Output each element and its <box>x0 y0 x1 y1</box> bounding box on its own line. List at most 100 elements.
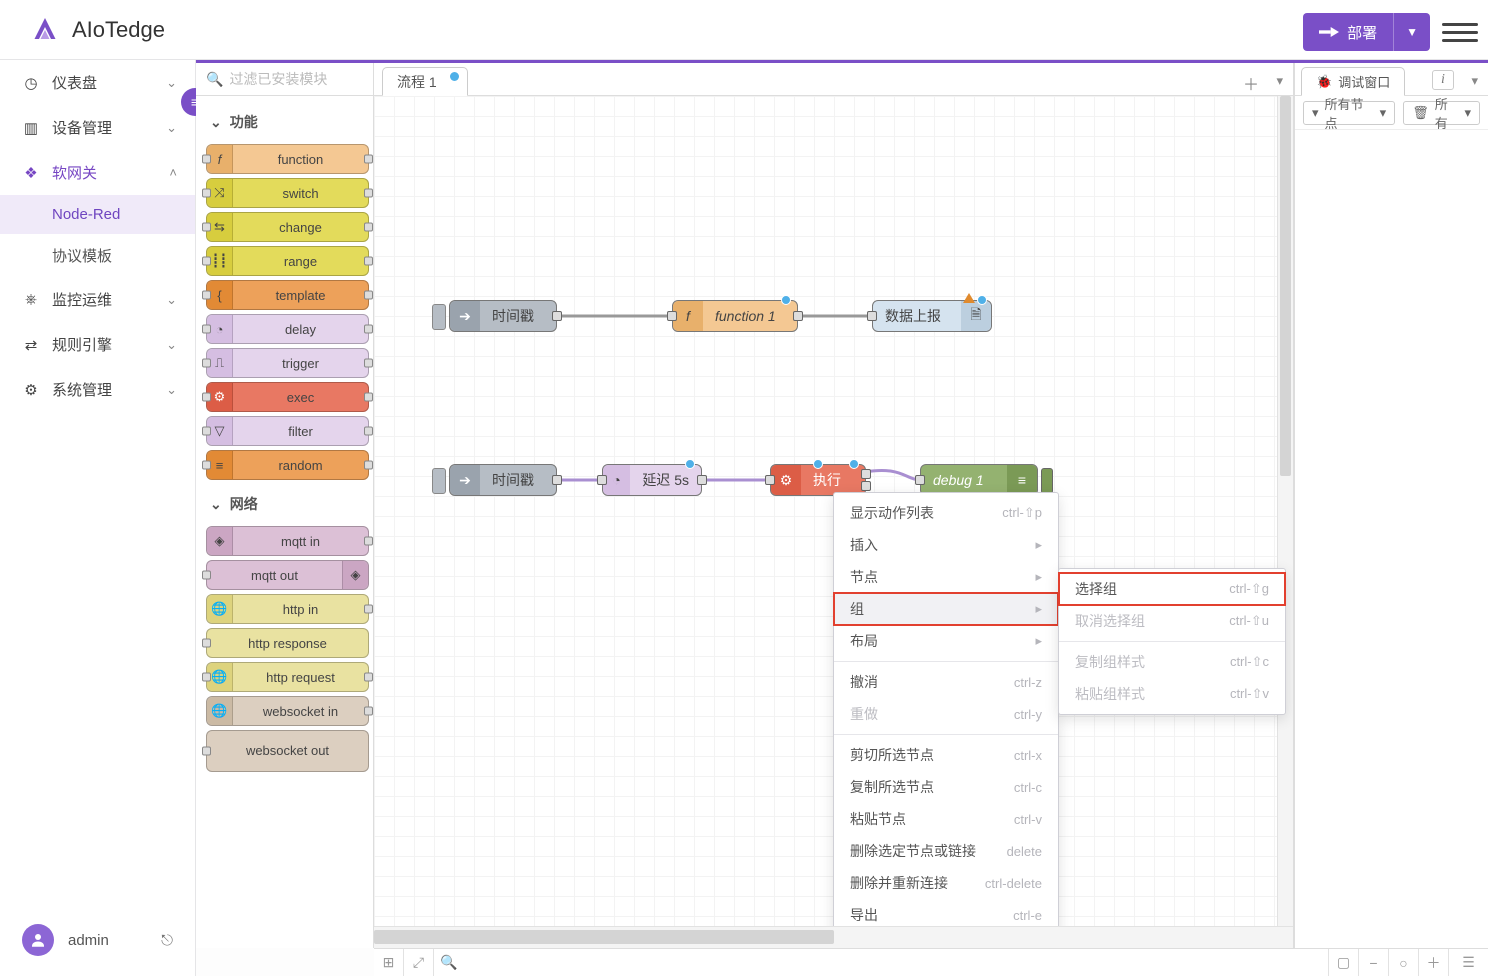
ctx-show-actions[interactable]: 显示动作列表ctrl-⇧p <box>834 497 1058 529</box>
ctx-select-group[interactable]: 选择组ctrl-⇧g <box>1059 573 1285 605</box>
footer-toggle-palette[interactable]: ⊞ <box>374 949 404 976</box>
deploy-icon <box>1319 25 1339 39</box>
delay-icon: ◔ <box>603 465 630 495</box>
palette-search[interactable]: 🔍 过滤已安装模块 <box>196 63 373 96</box>
chevron-down-icon: ⌄ <box>166 337 177 353</box>
node-label: 数据上报 <box>873 306 961 326</box>
palette-node-exec[interactable]: ⚙exec <box>206 382 369 412</box>
palette-node-mqtt-in[interactable]: ◈mqtt in <box>206 526 369 556</box>
palette-node-function[interactable]: ffunction <box>206 144 369 174</box>
sidebar-menu-button[interactable]: ▾ <box>1471 73 1478 89</box>
ctx-layout[interactable]: 布局▸ <box>834 625 1058 657</box>
nav-label: 规则引擎 <box>52 334 112 355</box>
info-tab-button[interactable]: i <box>1432 70 1454 90</box>
palette-node-trigger[interactable]: ⎍trigger <box>206 348 369 378</box>
palette-node-http-response[interactable]: http response <box>206 628 369 658</box>
flow-tab[interactable]: 流程 1 <box>382 67 468 96</box>
footer-expand[interactable]: ⤢ <box>404 949 434 976</box>
nav-rules[interactable]: ⇄ 规则引擎 ⌄ <box>0 322 195 367</box>
node-data-upload[interactable]: 数据上报 🗎 <box>872 300 992 332</box>
filter-icon: ▾ <box>1312 105 1319 121</box>
node-inject-2[interactable]: ➔ 时间戳 <box>449 464 557 496</box>
nav-system[interactable]: ⚙ 系统管理 ⌄ <box>0 367 195 412</box>
nav-dashboard[interactable]: ◷ 仪表盘 ⌄ <box>0 60 195 105</box>
main-menu-button[interactable] <box>1442 14 1478 50</box>
palette-node-http-request[interactable]: 🌐http request <box>206 662 369 692</box>
file-icon: 🗎 <box>961 301 991 331</box>
node-inject-1[interactable]: ➔ 时间戳 <box>449 300 557 332</box>
device-icon: ▥ <box>22 119 40 137</box>
palette-node-ws-in[interactable]: 🌐websocket in <box>206 696 369 726</box>
node-function-1[interactable]: f function 1 <box>672 300 798 332</box>
debug-filter-nodes[interactable]: ▾所有节点▾ <box>1303 101 1395 125</box>
footer-search[interactable]: 🔍 <box>434 949 464 976</box>
function-icon: f <box>673 301 703 331</box>
cat-label: 网络 <box>230 494 258 514</box>
palette-node-ws-out[interactable]: websocket out <box>206 730 369 772</box>
ctx-undo[interactable]: 撤消ctrl-z <box>834 666 1058 698</box>
nav-devices[interactable]: ▥ 设备管理 ⌄ <box>0 105 195 150</box>
palette-node-switch[interactable]: ⤨switch <box>206 178 369 208</box>
palette-node-random[interactable]: ≡random <box>206 450 369 480</box>
palette-node-change[interactable]: ⇆change <box>206 212 369 242</box>
trash-icon: 🗑 <box>1412 105 1429 121</box>
footer-toggle-sidebar[interactable]: ☰ <box>1448 949 1488 976</box>
debug-tab[interactable]: 🐞 调试窗口 <box>1301 67 1405 96</box>
inject-button[interactable] <box>432 304 446 330</box>
footer-zoom-out[interactable]: − <box>1358 949 1388 976</box>
nav-softgateway[interactable]: ❖ 软网关 ˄ <box>0 150 195 195</box>
nav-nodered[interactable]: Node-Red <box>0 195 195 234</box>
palette-node-range[interactable]: ┋┋range <box>206 246 369 276</box>
palette-node-template[interactable]: {template <box>206 280 369 310</box>
gateway-icon: ❖ <box>22 164 40 182</box>
node-label: debug 1 <box>921 472 1007 488</box>
ctx-delete[interactable]: 删除选定节点或链接delete <box>834 835 1058 867</box>
palette-node-http-in[interactable]: 🌐http in <box>206 594 369 624</box>
ctx-insert[interactable]: 插入▸ <box>834 529 1058 561</box>
user-name: admin <box>68 932 109 949</box>
palette-node-mqtt-out[interactable]: ◈mqtt out <box>206 560 369 590</box>
logout-icon[interactable]: ⎋ <box>161 932 173 949</box>
inject-button[interactable] <box>432 468 446 494</box>
globe-icon: 🌐 <box>207 697 233 725</box>
ctx-copy[interactable]: 复制所选节点ctrl-c <box>834 771 1058 803</box>
debug-sidebar: 🐞 调试窗口 i ▾ ▾所有节点▾ 🗑所有▾ <box>1294 63 1488 948</box>
nav-monitor[interactable]: ⎈ 监控运维 ⌄ <box>0 277 195 322</box>
palette-cat-function[interactable]: ⌄ 功能 <box>206 102 369 140</box>
brand-text: AIoTedge <box>72 17 165 43</box>
exec-icon: ⚙ <box>771 465 801 495</box>
monitor-icon: ⎈ <box>22 291 40 309</box>
add-tab-button[interactable]: ＋ <box>1243 71 1259 95</box>
chevron-down-icon: ⌄ <box>166 75 177 91</box>
ctx-delete-reconnect[interactable]: 删除并重新连接ctrl-delete <box>834 867 1058 899</box>
debug-toggle[interactable] <box>1041 468 1053 494</box>
canvas-h-scrollbar[interactable] <box>374 926 1293 948</box>
palette: 🔍 过滤已安装模块 ⌄功能 ffunction ⤨switch ⇆change … <box>196 63 374 948</box>
debug-clear[interactable]: 🗑所有▾ <box>1403 101 1480 125</box>
deploy-button[interactable]: 部署 ▼ <box>1303 13 1430 51</box>
brand-logo <box>30 15 60 45</box>
ctx-export[interactable]: 导出ctrl-e <box>834 899 1058 926</box>
canvas[interactable]: ➔ 时间戳 f function 1 数据上报 🗎 <box>374 96 1293 926</box>
node-label: 延迟 5s <box>630 470 701 490</box>
tab-menu-button[interactable]: ▾ <box>1276 73 1283 89</box>
deploy-caret[interactable]: ▼ <box>1394 25 1430 39</box>
nav-protocol-template[interactable]: 协议模板 <box>0 234 195 277</box>
node-delay[interactable]: ◔ 延迟 5s <box>602 464 702 496</box>
ctx-group[interactable]: 组▸ <box>834 593 1058 625</box>
ctx-cut[interactable]: 剪切所选节点ctrl-x <box>834 739 1058 771</box>
footer-zoom-in[interactable]: ＋ <box>1418 949 1448 976</box>
footer-zoom-reset[interactable]: ○ <box>1388 949 1418 976</box>
ctx-node[interactable]: 节点▸ <box>834 561 1058 593</box>
palette-node-delay[interactable]: ◔delay <box>206 314 369 344</box>
brand: AIoTedge <box>30 15 165 45</box>
footer-navigator[interactable]: ▢ <box>1328 949 1358 976</box>
palette-cat-network[interactable]: ⌄ 网络 <box>206 484 369 522</box>
cat-label: 功能 <box>230 112 258 132</box>
palette-node-filter[interactable]: ▽filter <box>206 416 369 446</box>
chevron-down-icon: ⌄ <box>210 114 222 131</box>
ctx-paste[interactable]: 粘贴节点ctrl-v <box>834 803 1058 835</box>
chevron-down-icon: ⌄ <box>210 496 222 513</box>
canvas-v-scrollbar[interactable] <box>1277 96 1293 926</box>
user-row[interactable]: admin ⎋ <box>0 916 195 964</box>
